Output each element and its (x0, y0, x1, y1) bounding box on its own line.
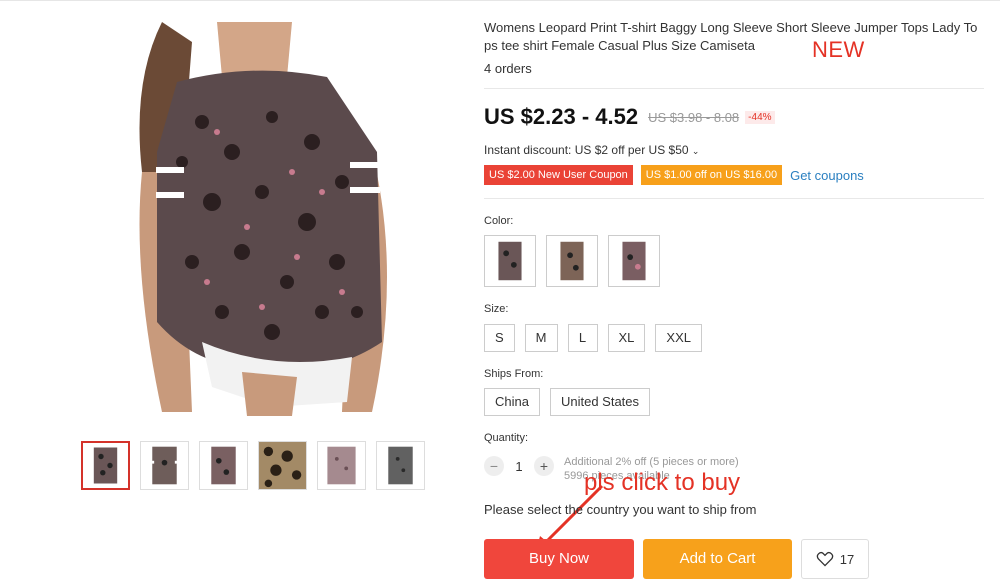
ships-from-united-states[interactable]: United States (549, 388, 651, 416)
thumbnail[interactable] (140, 441, 189, 490)
thumbnail[interactable] (376, 441, 425, 490)
quantity-stepper: − 1 + (484, 456, 554, 476)
quantity-value[interactable]: 1 (504, 459, 534, 474)
instant-discount-text: Instant discount: US $2 off per US $50 (484, 143, 689, 157)
ships-from-china[interactable]: China (484, 388, 540, 416)
quantity-decrease-button[interactable]: − (484, 456, 504, 476)
ships-from-options: China United States (484, 388, 651, 416)
get-coupons-link[interactable]: Get coupons (790, 168, 864, 183)
thumbnail[interactable] (258, 441, 307, 490)
color-option-leopard-pink[interactable] (608, 235, 660, 287)
color-option-leopard-brown[interactable] (546, 235, 598, 287)
ships-from-label: Ships From: (484, 368, 544, 380)
new-badge: NEW (812, 37, 865, 62)
color-options (484, 235, 660, 287)
store-coupon[interactable]: US $1.00 off on US $16.00 (640, 165, 783, 185)
size-option-m[interactable]: M (524, 324, 558, 352)
top-divider (0, 0, 1000, 1)
quantity-increase-button[interactable]: + (534, 456, 554, 476)
divider (484, 88, 984, 89)
original-price: US $3.98 - 8.08 (648, 109, 740, 125)
thumbnail-strip (81, 441, 425, 490)
quantity-label: Quantity: (484, 432, 529, 444)
color-option-leopard-black[interactable] (484, 235, 536, 287)
bulk-discount-text: Additional 2% off (5 pieces or more) (564, 456, 739, 468)
divider (484, 198, 984, 199)
product-title: Womens Leopard Print T-shirt Baggy Long … (484, 20, 978, 53)
thumbnail[interactable] (81, 441, 130, 490)
new-user-coupon[interactable]: US $2.00 New User Coupon (484, 165, 633, 185)
discount-badge: -44% (745, 110, 775, 124)
size-option-xxl[interactable]: XXL (655, 324, 702, 352)
size-option-s[interactable]: S (484, 324, 515, 352)
add-to-cart-button[interactable]: Add to Cart (643, 539, 792, 579)
size-option-xl[interactable]: XL (607, 324, 646, 352)
price-row: US $2.23 - 4.52 US $3.98 - 8.08 -44% (484, 104, 775, 130)
thumbnail[interactable] (317, 441, 366, 490)
wishlist-button[interactable]: 17 (801, 539, 869, 579)
buy-now-button[interactable]: Buy Now (484, 539, 634, 579)
size-label: Size: (484, 303, 509, 315)
ship-country-note: Please select the country you want to sh… (484, 502, 757, 517)
main-product-image (122, 22, 410, 416)
wishlist-count: 17 (839, 551, 855, 567)
instant-discount[interactable]: Instant discount: US $2 off per US $50 ⌄ (484, 143, 699, 157)
chevron-down-icon: ⌄ (691, 146, 700, 156)
color-label: Color: (484, 215, 514, 227)
thumbnail[interactable] (199, 441, 248, 490)
size-options: S M L XL XXL (484, 324, 702, 352)
heart-icon (816, 551, 834, 567)
order-count: 4 orders (484, 61, 532, 76)
price: US $2.23 - 4.52 (484, 104, 639, 129)
coupon-row: US $2.00 New User Coupon US $1.00 off on… (484, 165, 864, 185)
size-option-l[interactable]: L (567, 324, 598, 352)
